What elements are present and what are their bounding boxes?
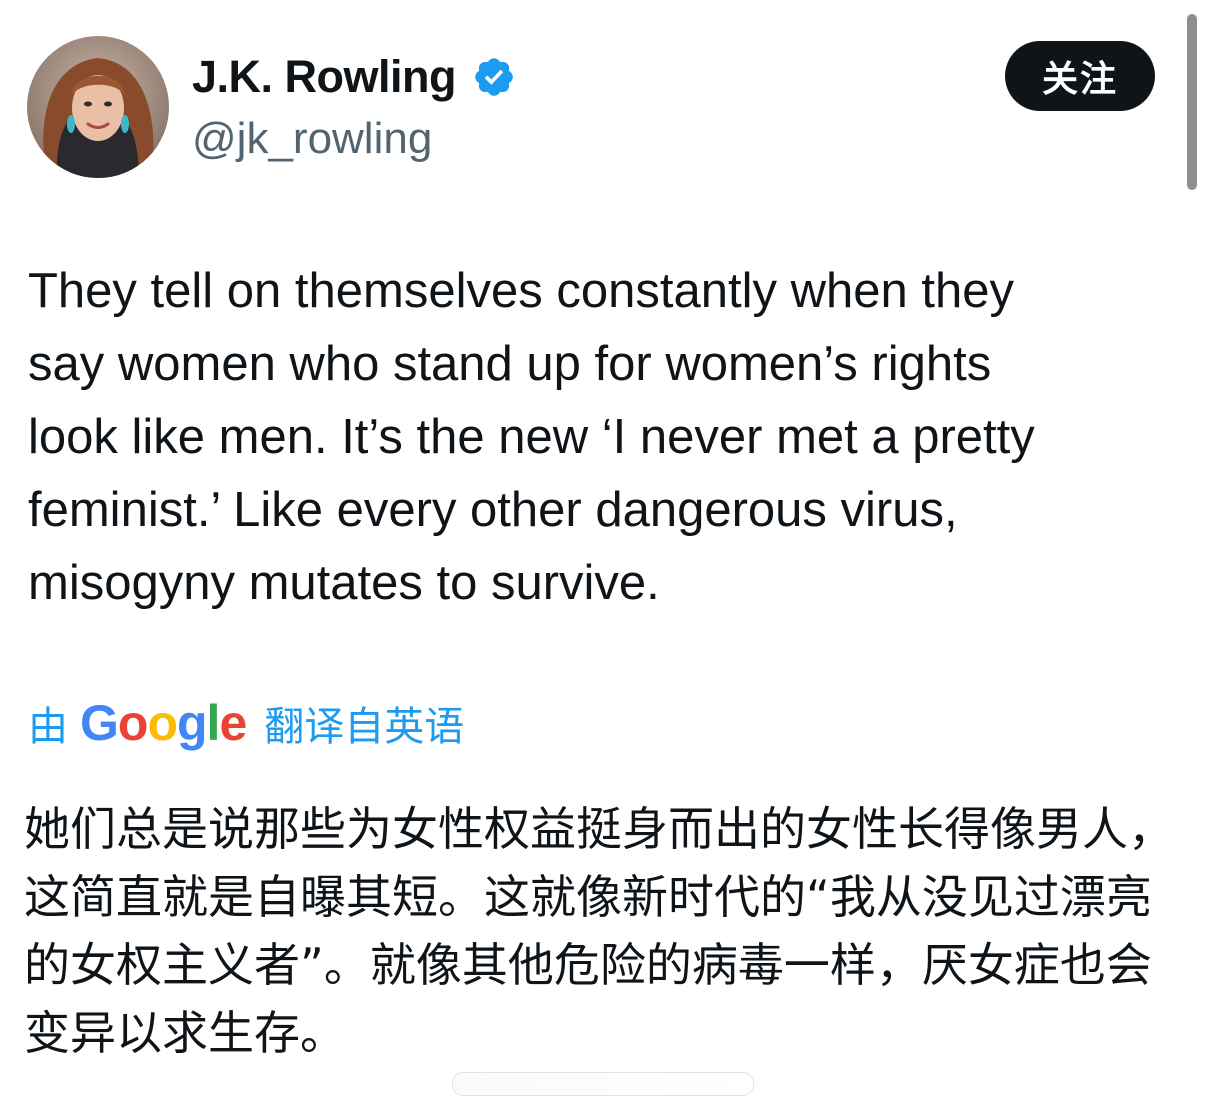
- display-name[interactable]: J.K. Rowling: [192, 50, 457, 104]
- google-logo-letter: o: [117, 695, 149, 751]
- google-logo-letter: G: [80, 695, 119, 751]
- translate-suffix: 翻译自英语: [264, 704, 465, 750]
- watermark: [452, 1072, 754, 1096]
- scrollbar-thumb[interactable]: [1187, 14, 1197, 190]
- google-logo-letter: e: [219, 695, 247, 751]
- user-handle[interactable]: @jk_rowling: [192, 112, 432, 166]
- follow-button[interactable]: 关注: [1005, 41, 1155, 111]
- translate-prefix: 由: [28, 704, 68, 750]
- google-logo-letter: g: [177, 695, 208, 751]
- google-logo-letter: l: [206, 695, 221, 751]
- verified-badge-icon: [475, 58, 513, 96]
- profile-photo-image: [27, 36, 169, 178]
- avatar[interactable]: [27, 36, 169, 178]
- google-logo-letter: o: [147, 695, 178, 751]
- translated-text: 她们总是说那些为女性权益挺身而出的女性长得像男人，这简直就是自曝其短。这就像新时…: [24, 802, 1174, 1060]
- translate-attribution[interactable]: 由 Google 翻译自英语: [28, 693, 464, 753]
- google-logo: Google: [80, 694, 247, 752]
- tweet-text: They tell on themselves constantly when …: [28, 264, 1035, 610]
